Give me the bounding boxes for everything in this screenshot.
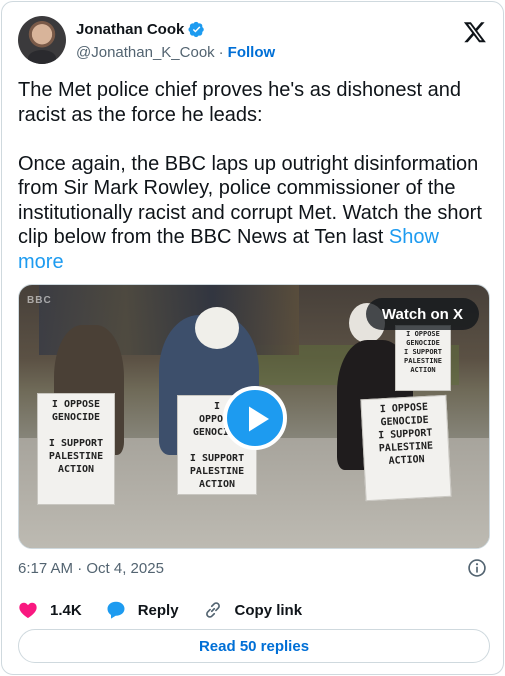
separator-dot: · [218,43,224,61]
protest-sign-right: I OPPOSE GENOCIDE I SUPPORT PALESTINE AC… [360,394,452,502]
copy-link-label: Copy link [234,601,303,619]
play-icon [249,406,269,432]
tweet-card: Jonathan Cook @Jonathan_K_Cook · Follow … [1,1,504,675]
tweet-header: Jonathan Cook @Jonathan_K_Cook · Follow [18,16,487,64]
bbc-watermark: BBC [27,295,52,306]
copy-link-button[interactable]: Copy link [203,600,303,620]
reply-button[interactable]: Reply [106,600,179,620]
action-bar: 1.4K Reply Copy link [18,598,326,622]
handle-row: @Jonathan_K_Cook · Follow [76,42,275,62]
x-logo-icon[interactable] [463,20,487,44]
verified-badge-icon [188,21,205,37]
avatar[interactable] [18,16,66,64]
watch-on-x-button[interactable]: Watch on X [365,298,479,330]
author-handle[interactable]: @Jonathan_K_Cook [76,44,215,61]
video-player[interactable]: I OPPOSE GENOCIDE I SUPPORT PALESTINE AC… [18,284,490,549]
tweet-timestamp[interactable]: 6:17 AM · Oct 4, 2025 [18,560,164,577]
link-icon [205,602,220,618]
info-icon[interactable] [467,558,487,578]
author-info: Jonathan Cook @Jonathan_K_Cook · Follow [76,19,275,62]
tweet-text: The Met police chief proves he's as dish… [18,78,490,274]
reply-label: Reply [137,601,179,619]
protester-middle-head [195,307,239,349]
like-count: 1.4K [50,601,82,619]
heart-icon [19,602,37,618]
follow-button[interactable]: Follow [228,44,276,61]
like-button[interactable]: 1.4K [18,600,82,620]
protest-sign-left: I OPPOSE GENOCIDE I SUPPORT PALESTINE AC… [37,393,115,505]
play-button[interactable] [223,386,287,450]
reply-icon [107,601,125,619]
protest-sign-back: I OPPOSE GENOCIDE I SUPPORT PALESTINE AC… [395,325,451,391]
name-row: Jonathan Cook [76,19,275,39]
read-replies-button[interactable]: Read 50 replies [18,629,490,663]
author-display-name[interactable]: Jonathan Cook [76,21,184,38]
tweet-body: The Met police chief proves he's as dish… [18,79,482,248]
